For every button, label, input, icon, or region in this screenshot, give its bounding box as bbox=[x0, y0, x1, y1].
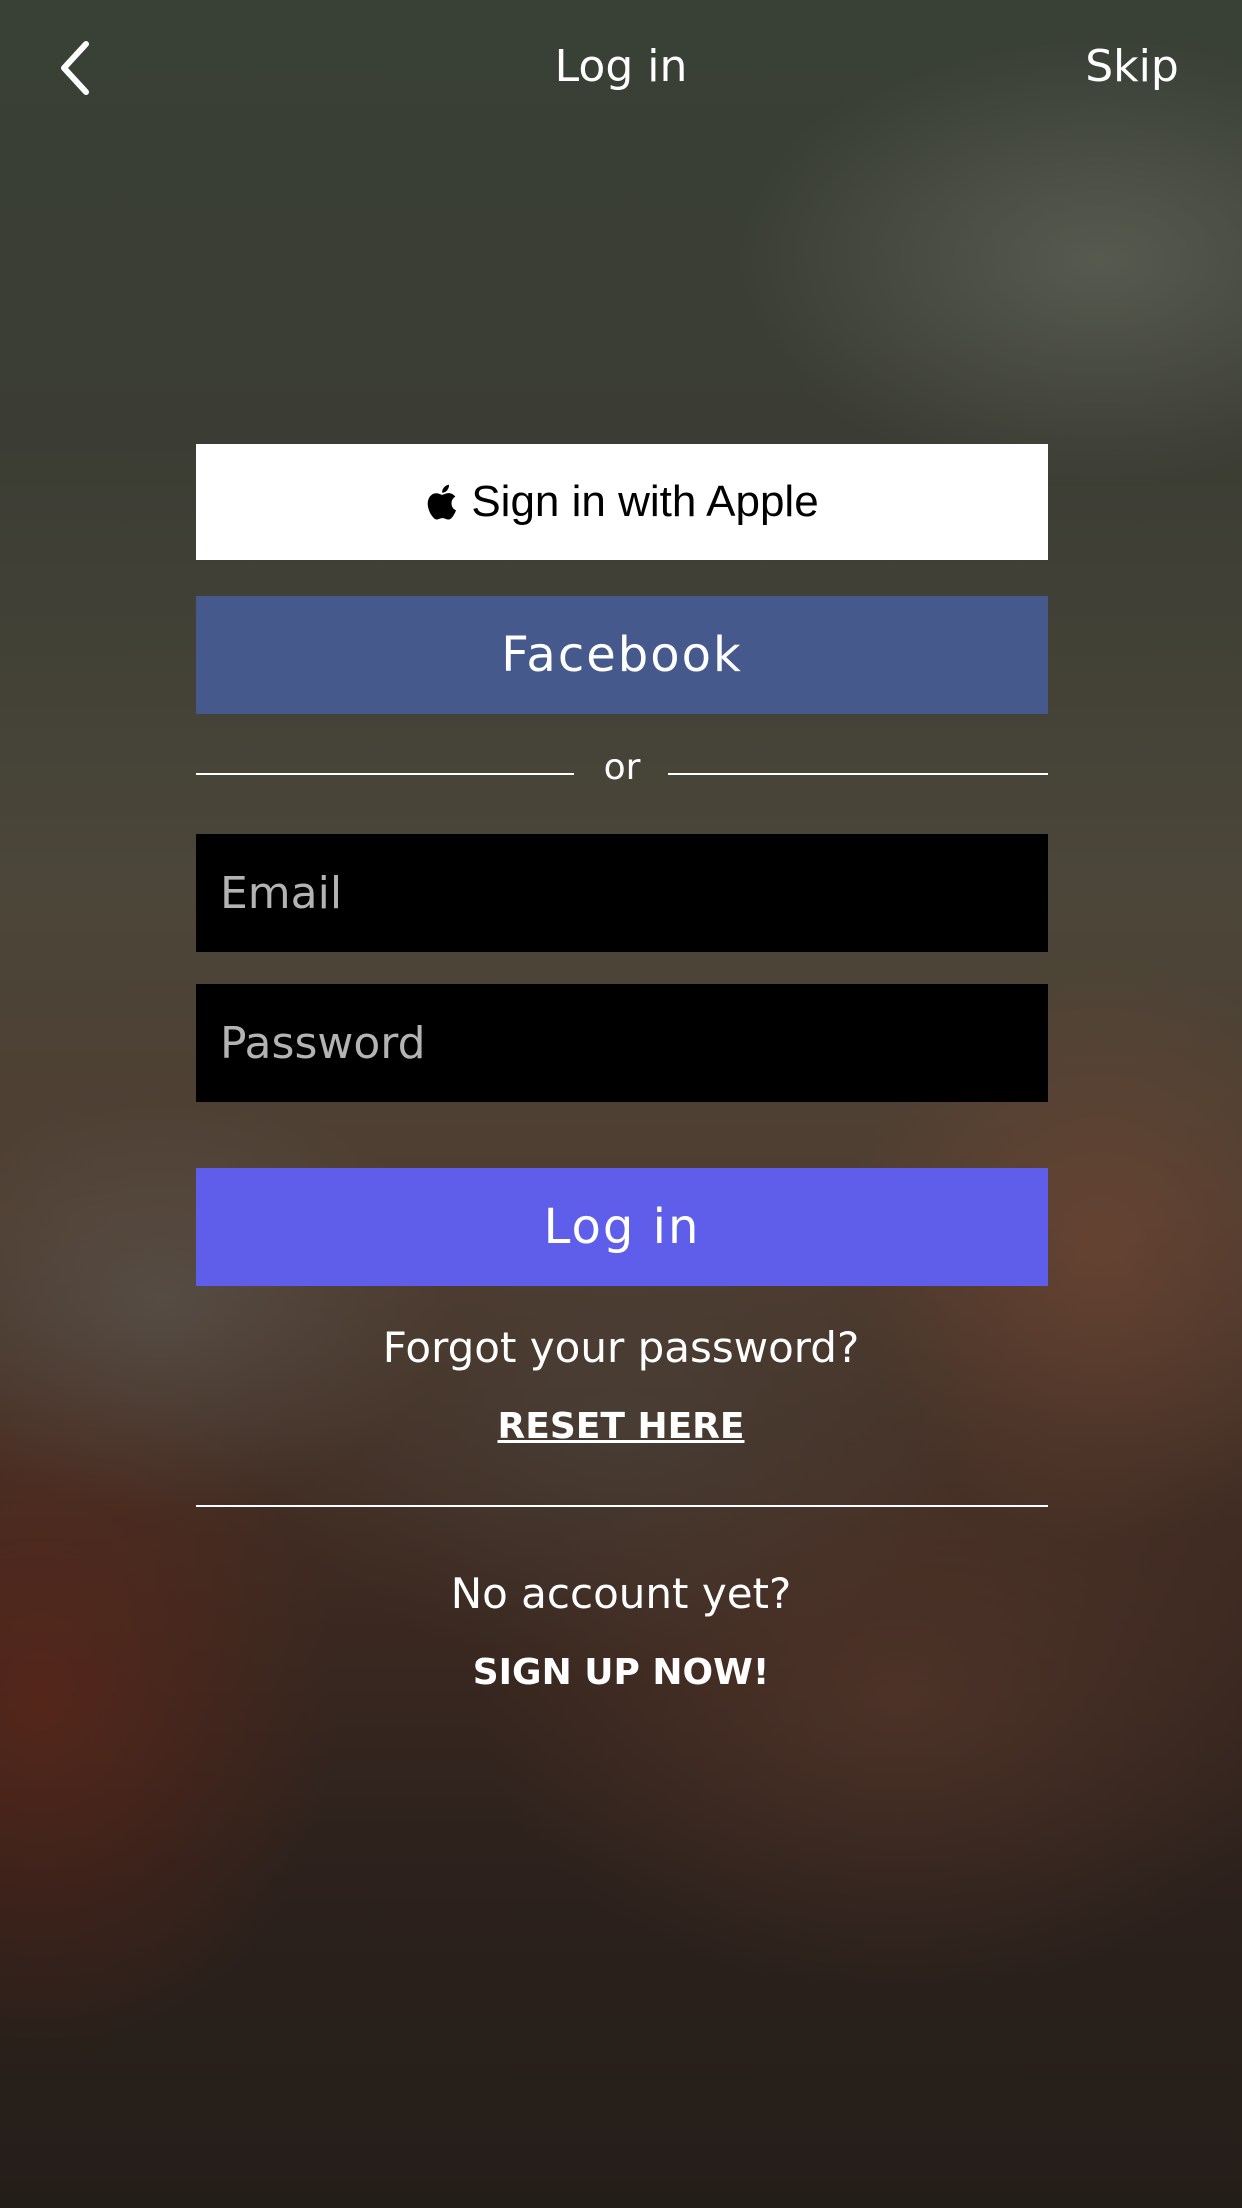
page-title: Log in bbox=[554, 41, 688, 92]
or-label: or bbox=[603, 747, 641, 788]
sign-up-link[interactable]: SIGN UP NOW! bbox=[0, 1650, 1242, 1696]
or-divider-line-left bbox=[196, 773, 574, 775]
or-divider: or bbox=[196, 740, 1048, 800]
apple-logo-icon bbox=[428, 484, 457, 520]
background-image bbox=[0, 0, 1242, 2208]
facebook-button-label: Facebook bbox=[501, 627, 743, 683]
skip-button[interactable]: Skip bbox=[1080, 40, 1184, 94]
login-button-label: Log in bbox=[543, 1199, 701, 1255]
sign-in-with-apple-button[interactable]: Sign in with Apple bbox=[196, 444, 1048, 560]
reset-password-link[interactable]: RESET HERE bbox=[0, 1404, 1242, 1450]
email-field[interactable] bbox=[196, 834, 1048, 952]
facebook-button[interactable]: Facebook bbox=[196, 596, 1048, 714]
apple-button-label: Sign in with Apple bbox=[471, 477, 819, 526]
password-field[interactable] bbox=[196, 984, 1048, 1102]
back-chevron-icon[interactable] bbox=[56, 38, 96, 98]
or-divider-line-right bbox=[668, 773, 1048, 775]
login-button[interactable]: Log in bbox=[196, 1168, 1048, 1286]
no-account-prompt: No account yet? bbox=[450, 1569, 792, 1618]
section-divider bbox=[196, 1505, 1048, 1507]
forgot-password-prompt: Forgot your password? bbox=[382, 1323, 860, 1372]
password-input[interactable] bbox=[196, 984, 1048, 1102]
email-input[interactable] bbox=[196, 834, 1048, 952]
